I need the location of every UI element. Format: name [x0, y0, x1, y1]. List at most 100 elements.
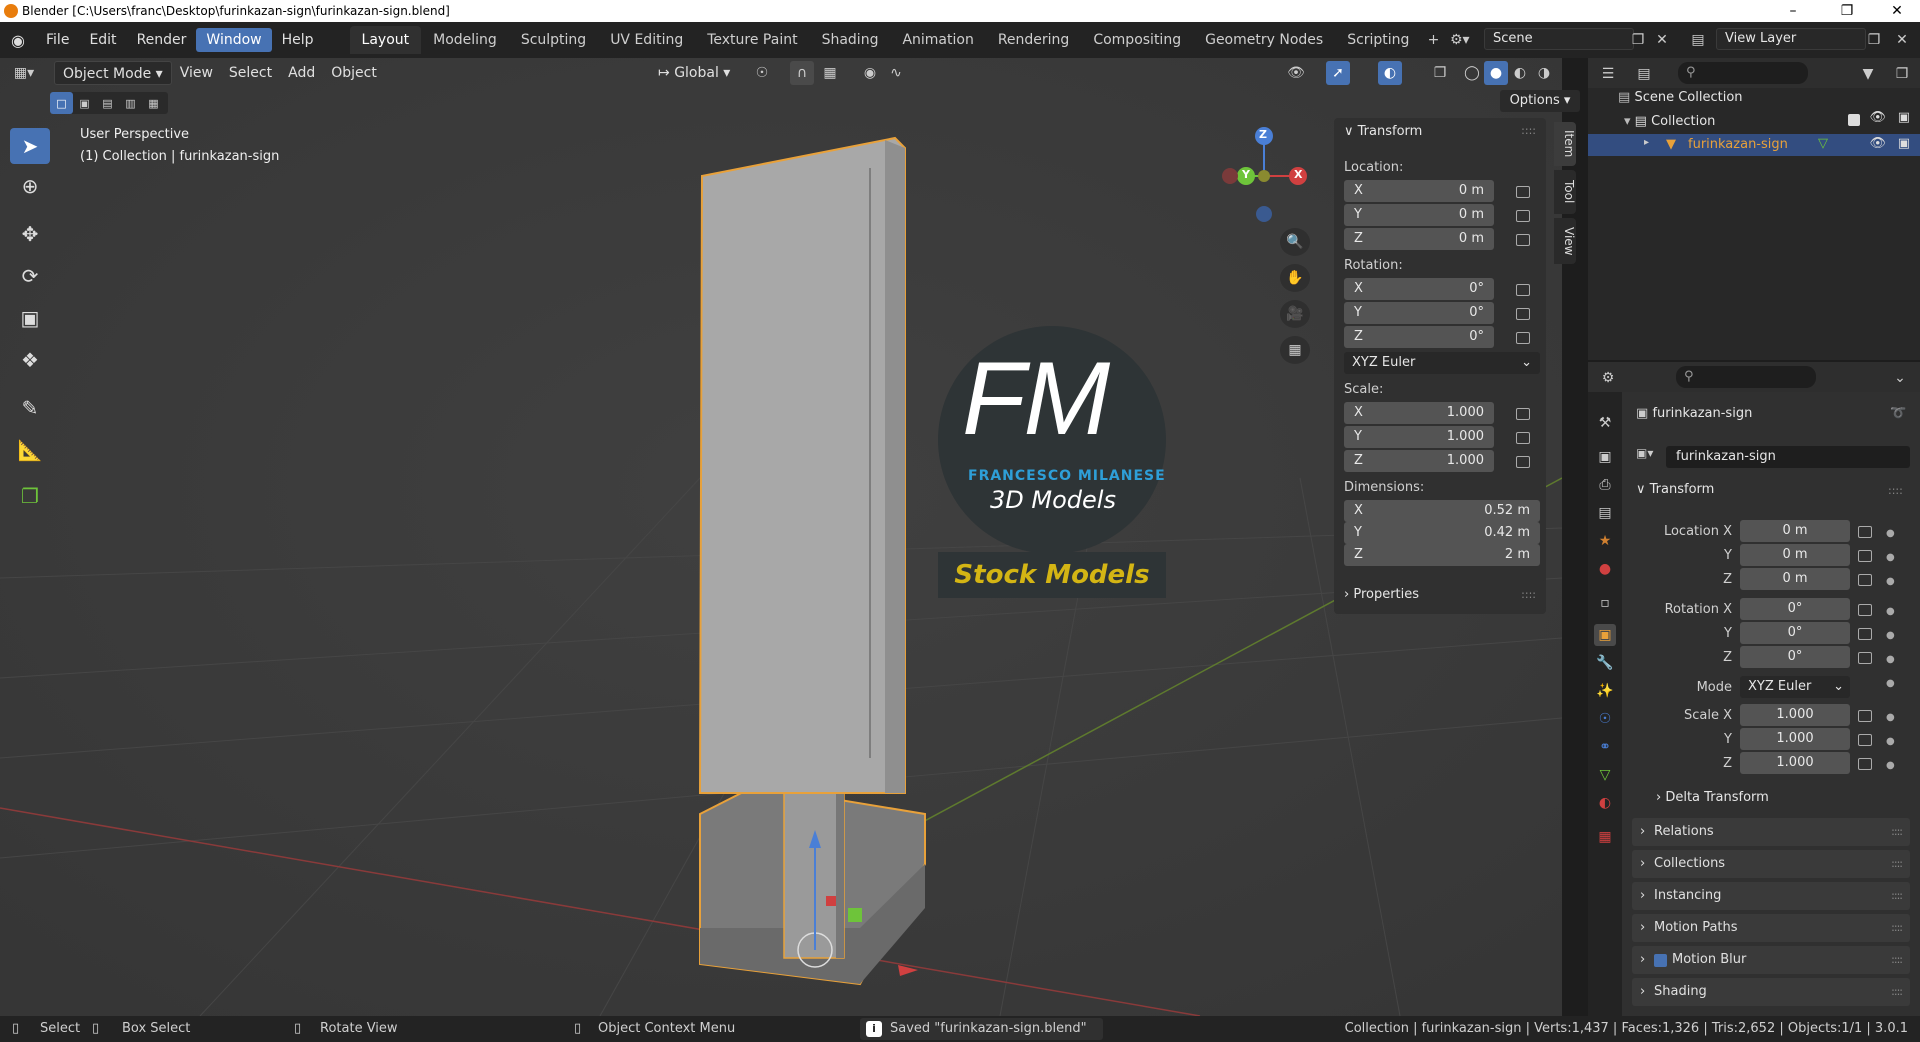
- scene-field[interactable]: Scene: [1484, 28, 1634, 50]
- object-name-field[interactable]: furinkazan-sign: [1666, 446, 1910, 468]
- keyframe-dots[interactable]: ● ● ●: [1886, 522, 1895, 594]
- prop-rotation-mode-dropdown[interactable]: XYZ Euler ⌄: [1740, 676, 1850, 698]
- close-button[interactable]: ✕: [1874, 0, 1920, 22]
- tab-shading[interactable]: Shading: [810, 26, 891, 54]
- view-layer-tab-icon[interactable]: ▤: [1594, 502, 1616, 524]
- scene-selector-icon[interactable]: ⚙▾: [1450, 28, 1480, 52]
- delta-transform-header[interactable]: › Delta Transform: [1656, 790, 1769, 805]
- tab-compositing[interactable]: Compositing: [1081, 26, 1193, 54]
- wireframe-shading-icon[interactable]: ◯: [1460, 61, 1484, 85]
- data-tab-icon[interactable]: ▽: [1594, 764, 1616, 786]
- add-workspace-icon[interactable]: +: [1421, 28, 1445, 52]
- prop-scale-x-field[interactable]: 1.000: [1740, 704, 1850, 726]
- menu-window[interactable]: Window: [196, 28, 272, 52]
- options-dropdown[interactable]: Options ▾: [1500, 90, 1580, 112]
- camera-icon[interactable]: ▣: [1898, 136, 1910, 151]
- object-tab-icon[interactable]: ▣: [1594, 624, 1616, 646]
- eye-icon[interactable]: 👁: [1869, 110, 1886, 125]
- properties-editor-icon[interactable]: ⚙: [1596, 366, 1620, 390]
- zoom-icon[interactable]: 🔍: [1280, 228, 1310, 256]
- pivot-icon[interactable]: ☉: [750, 61, 774, 85]
- lock-icon[interactable]: [1858, 574, 1872, 586]
- material-shading-icon[interactable]: ◐: [1508, 61, 1532, 85]
- constraints-tab-icon[interactable]: ⚭: [1594, 736, 1616, 758]
- select-new-icon[interactable]: □: [50, 92, 73, 114]
- section-motion-blur[interactable]: › Motion Blur::::: [1632, 946, 1910, 974]
- lock-icon[interactable]: [1516, 332, 1530, 344]
- furinkazan-sign-model[interactable]: [698, 136, 926, 986]
- scene-tab-icon[interactable]: ★: [1594, 530, 1616, 552]
- tab-texture-paint[interactable]: Texture Paint: [695, 26, 809, 54]
- section-motion-paths[interactable]: › Motion Paths::::: [1632, 914, 1910, 942]
- prop-transform-header[interactable]: ∨ Transform: [1636, 482, 1714, 497]
- prop-location-y-field[interactable]: 0 m: [1740, 544, 1850, 566]
- camera-icon[interactable]: ▣: [1898, 110, 1910, 125]
- lock-icon[interactable]: [1858, 710, 1872, 722]
- keyframe-dots[interactable]: ● ● ● ●: [1886, 600, 1895, 696]
- navigation-gizmo[interactable]: Z X Y: [1216, 124, 1316, 234]
- snap-icon[interactable]: ∩: [790, 61, 814, 85]
- prop-rotation-x-field[interactable]: 0°: [1740, 598, 1850, 620]
- view-layer-icon[interactable]: ▤: [1686, 28, 1710, 52]
- select-menu[interactable]: Select: [221, 61, 280, 85]
- rotation-x-field[interactable]: X 0°: [1344, 278, 1494, 300]
- scale-y-field[interactable]: Y 1.000: [1344, 426, 1494, 448]
- ortho-toggle-icon[interactable]: ▦: [1280, 336, 1310, 364]
- lock-icon[interactable]: [1516, 308, 1530, 320]
- cursor-tool-icon[interactable]: ⊕: [10, 168, 50, 204]
- lock-icon[interactable]: [1516, 234, 1530, 246]
- world-tab-icon[interactable]: ●: [1594, 558, 1616, 580]
- tab-item[interactable]: Item: [1554, 122, 1576, 166]
- select-tool-icon[interactable]: ➤: [10, 128, 50, 164]
- dimensions-y-field[interactable]: Y 0.42 m: [1344, 522, 1540, 544]
- remove-view-layer-icon[interactable]: ✕: [1890, 28, 1914, 52]
- view-layer-field[interactable]: View Layer: [1716, 28, 1866, 50]
- material-tab-icon[interactable]: ◐: [1594, 792, 1616, 814]
- scale-x-field[interactable]: X 1.000: [1344, 402, 1494, 424]
- select-subtract-icon[interactable]: ▤: [96, 92, 119, 114]
- prop-scale-y-field[interactable]: 1.000: [1740, 728, 1850, 750]
- tab-modeling[interactable]: Modeling: [421, 26, 509, 54]
- snap-target-icon[interactable]: ▦: [818, 61, 842, 85]
- menu-file[interactable]: File: [36, 28, 79, 52]
- output-tab-icon[interactable]: ⎙: [1594, 474, 1616, 496]
- outliner-scene-collection[interactable]: ▤ Scene Collection: [1618, 90, 1743, 105]
- lock-icon[interactable]: [1858, 758, 1872, 770]
- dimensions-x-field[interactable]: X 0.52 m: [1344, 500, 1540, 522]
- tab-layout[interactable]: Layout: [349, 26, 422, 54]
- tab-uv-editing[interactable]: UV Editing: [598, 26, 695, 54]
- section-collections[interactable]: › Collections::::: [1632, 850, 1910, 878]
- new-view-layer-icon[interactable]: ❐: [1862, 28, 1886, 52]
- npanel-properties-header[interactable]: › Properties::::: [1334, 580, 1546, 610]
- editor-type-icon[interactable]: ▦▾: [12, 61, 36, 85]
- collection-tab-icon[interactable]: ▫: [1594, 592, 1616, 614]
- menu-help[interactable]: Help: [272, 28, 324, 52]
- rendered-shading-icon[interactable]: ◑: [1532, 61, 1556, 85]
- particles-tab-icon[interactable]: ✨: [1594, 680, 1616, 702]
- object-browse-icon[interactable]: ▣▾: [1636, 446, 1658, 468]
- tab-rendering[interactable]: Rendering: [986, 26, 1082, 54]
- motion-blur-checkbox[interactable]: [1654, 954, 1667, 967]
- drag-handle-icon[interactable]: ::::: [1888, 484, 1903, 497]
- render-tab-icon[interactable]: ▣: [1594, 446, 1616, 468]
- eye-icon[interactable]: 👁: [1869, 136, 1886, 151]
- prop-location-x-field[interactable]: 0 m: [1740, 520, 1850, 542]
- lock-icon[interactable]: [1858, 734, 1872, 746]
- gizmo-toggle-icon[interactable]: ➚: [1326, 61, 1350, 85]
- select-extend-icon[interactable]: ▣: [73, 92, 96, 114]
- transform-tool-icon[interactable]: ❖: [10, 342, 50, 378]
- outliner-object-row[interactable]: ▸ ▼ furinkazan-sign ▽ 👁 ▣: [1588, 134, 1920, 156]
- tool-tab-icon[interactable]: ⚒: [1594, 412, 1616, 434]
- rotation-z-field[interactable]: Z 0°: [1344, 326, 1494, 348]
- location-y-field[interactable]: Y 0 m: [1344, 204, 1494, 226]
- prop-rotation-y-field[interactable]: 0°: [1740, 622, 1850, 644]
- overlay-toggle-icon[interactable]: ◐: [1378, 61, 1402, 85]
- rotation-y-field[interactable]: Y 0°: [1344, 302, 1494, 324]
- lock-icon[interactable]: [1858, 550, 1872, 562]
- exclude-checkbox[interactable]: [1848, 114, 1860, 126]
- modifier-tab-icon[interactable]: 🔧: [1594, 652, 1616, 674]
- prop-scale-z-field[interactable]: 1.000: [1740, 752, 1850, 774]
- orientation-dropdown[interactable]: ↦ Global ▾: [650, 61, 738, 85]
- lock-icon[interactable]: [1858, 652, 1872, 664]
- menu-edit[interactable]: Edit: [79, 28, 126, 52]
